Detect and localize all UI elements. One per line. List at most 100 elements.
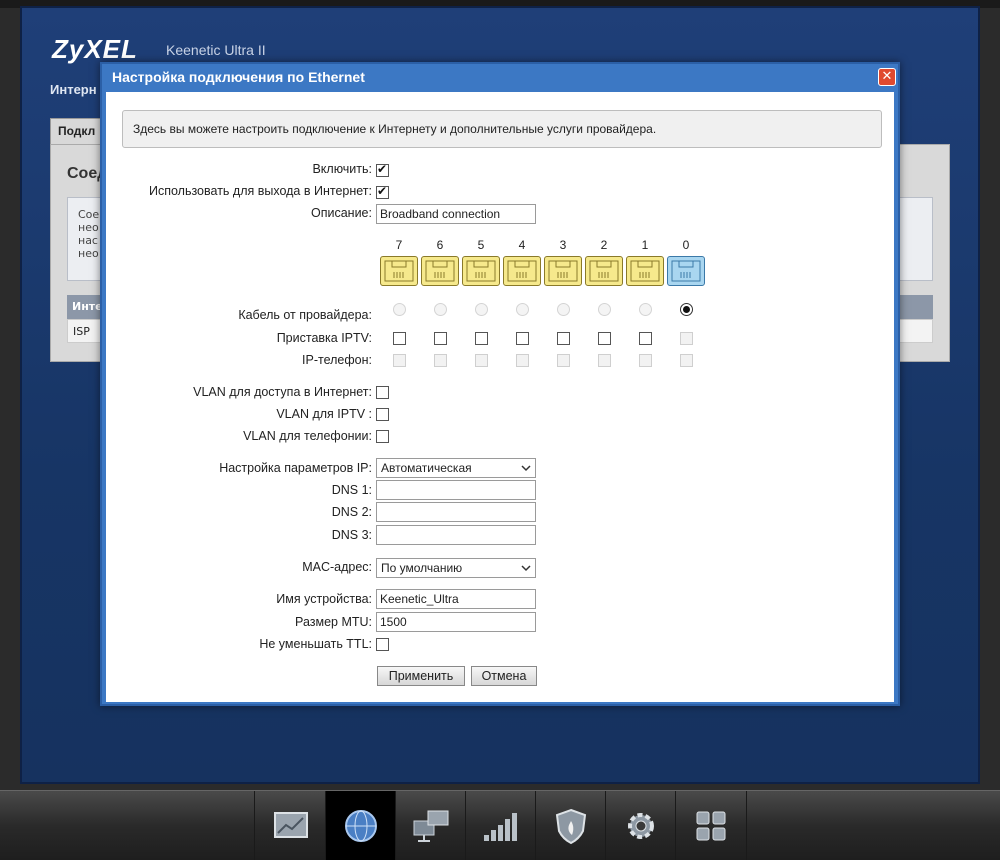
shield-icon bbox=[555, 808, 587, 845]
use-internet-checkbox[interactable] bbox=[376, 184, 389, 199]
cable-radio-port-2[interactable] bbox=[598, 303, 611, 316]
cable-radio-port-3[interactable] bbox=[557, 303, 570, 316]
taskbar-item-internet[interactable] bbox=[326, 791, 396, 860]
dialog-title: Настройка подключения по Ethernet bbox=[112, 69, 365, 85]
cable-label: Кабель от провайдера: bbox=[238, 308, 372, 322]
iptv-label: Приставка IPTV: bbox=[276, 331, 372, 345]
cable-radio-port-6[interactable] bbox=[434, 303, 447, 316]
description-input[interactable]: Broadband connection bbox=[376, 204, 536, 224]
phone-checkbox-port-5 bbox=[475, 354, 488, 367]
dialog-body: Здесь вы можете настроить подключение к … bbox=[106, 92, 894, 702]
taskbar-item-home-network[interactable] bbox=[396, 791, 466, 860]
port-number: 5 bbox=[477, 238, 485, 252]
port-number: 1 bbox=[641, 238, 649, 252]
mac-label: MAC-адрес: bbox=[302, 560, 372, 574]
cable-radio-port-4[interactable] bbox=[516, 303, 529, 316]
iptv-checkbox-port-1[interactable] bbox=[639, 332, 652, 345]
ethernet-port-icon bbox=[380, 256, 418, 286]
vlan-internet-checkbox[interactable] bbox=[376, 386, 389, 399]
apps-grid-icon bbox=[696, 811, 726, 841]
ethernet-port-icon bbox=[544, 256, 582, 286]
phone-checkbox-port-4 bbox=[516, 354, 529, 367]
ttl-checkbox[interactable] bbox=[376, 638, 389, 651]
apply-button[interactable]: Применить bbox=[377, 666, 465, 686]
ethernet-port-icon bbox=[626, 256, 664, 286]
mac-value: По умолчанию bbox=[381, 561, 463, 575]
taskbar-item-monitor[interactable] bbox=[256, 791, 326, 860]
close-button[interactable]: ✕ bbox=[878, 68, 896, 86]
taskbar-item-system[interactable] bbox=[606, 791, 676, 860]
ethernet-settings-dialog: Настройка подключения по Ethernet ✕ Здес… bbox=[100, 62, 900, 706]
info-box: Здесь вы можете настроить подключение к … bbox=[122, 110, 882, 148]
dns2-input[interactable] bbox=[376, 502, 536, 522]
cable-radio-port-0[interactable] bbox=[680, 303, 693, 316]
taskbar-separator bbox=[254, 791, 255, 860]
globe-icon bbox=[345, 810, 377, 842]
taskbar-item-security[interactable] bbox=[536, 791, 606, 860]
taskbar-item-applications[interactable] bbox=[676, 791, 746, 860]
port-number: 7 bbox=[395, 238, 403, 252]
port-number: 0 bbox=[682, 238, 690, 252]
vlan-internet-label: VLAN для доступа в Интернет: bbox=[193, 385, 372, 399]
phone-checkbox-port-2 bbox=[598, 354, 611, 367]
port-number: 3 bbox=[559, 238, 567, 252]
mac-select[interactable]: По умолчанию bbox=[376, 558, 536, 578]
signal-bars-icon bbox=[484, 813, 517, 841]
cancel-button[interactable]: Отмена bbox=[471, 666, 537, 686]
taskbar-separator bbox=[746, 791, 747, 860]
taskbar-item-wifi[interactable] bbox=[466, 791, 536, 860]
ethernet-port-icon bbox=[462, 256, 500, 286]
chart-icon bbox=[274, 812, 308, 838]
network-icon bbox=[413, 810, 449, 842]
chevron-down-icon bbox=[521, 565, 531, 572]
cable-radio-port-7[interactable] bbox=[393, 303, 406, 316]
iptv-checkbox-port-2[interactable] bbox=[598, 332, 611, 345]
port-number: 2 bbox=[600, 238, 608, 252]
ip-settings-select[interactable]: Автоматическая bbox=[376, 458, 536, 478]
vlan-iptv-checkbox[interactable] bbox=[376, 408, 389, 421]
device-name-input[interactable]: Keenetic_Ultra bbox=[376, 589, 536, 609]
phone-checkbox-port-6 bbox=[434, 354, 447, 367]
page-title: Интерн bbox=[50, 82, 97, 97]
phone-checkbox-port-3 bbox=[557, 354, 570, 367]
gear-icon bbox=[628, 813, 654, 839]
phone-checkbox-port-0 bbox=[680, 354, 693, 367]
ethernet-port-icon bbox=[503, 256, 541, 286]
model-name: Keenetic Ultra II bbox=[166, 42, 266, 58]
close-icon: ✕ bbox=[881, 69, 893, 84]
ethernet-port-icon bbox=[585, 256, 623, 286]
chevron-down-icon bbox=[521, 465, 531, 472]
enable-checkbox[interactable] bbox=[376, 162, 389, 177]
dns3-input[interactable] bbox=[376, 525, 536, 545]
iptv-checkbox-port-3[interactable] bbox=[557, 332, 570, 345]
taskbar bbox=[0, 790, 1000, 860]
phone-checkbox-port-7 bbox=[393, 354, 406, 367]
enable-label: Включить: bbox=[312, 162, 372, 176]
phone-checkbox-port-1 bbox=[639, 354, 652, 367]
vlan-phone-checkbox[interactable] bbox=[376, 430, 389, 443]
ttl-label: Не уменьшать TTL: bbox=[259, 637, 372, 651]
cable-radio-port-1[interactable] bbox=[639, 303, 652, 316]
iptv-checkbox-port-4[interactable] bbox=[516, 332, 529, 345]
port-number: 4 bbox=[518, 238, 526, 252]
phone-label: IP-телефон: bbox=[302, 353, 372, 367]
use-internet-label: Использовать для выхода в Интернет: bbox=[148, 184, 372, 198]
ethernet-port-icon bbox=[421, 256, 459, 286]
cable-radio-port-5[interactable] bbox=[475, 303, 488, 316]
ip-settings-value: Автоматическая bbox=[381, 461, 472, 475]
iptv-checkbox-port-0 bbox=[680, 332, 693, 345]
mtu-input[interactable]: 1500 bbox=[376, 612, 536, 632]
vlan-iptv-label: VLAN для IPTV : bbox=[276, 407, 372, 421]
description-label: Описание: bbox=[311, 206, 372, 220]
iptv-checkbox-port-6[interactable] bbox=[434, 332, 447, 345]
dns1-label: DNS 1: bbox=[331, 483, 372, 497]
dns1-input[interactable] bbox=[376, 480, 536, 500]
iptv-checkbox-port-7[interactable] bbox=[393, 332, 406, 345]
device-name-label: Имя устройства: bbox=[276, 592, 372, 606]
dns3-label: DNS 3: bbox=[331, 528, 372, 542]
ip-settings-label: Настройка параметров IP: bbox=[219, 461, 372, 475]
port-number: 6 bbox=[436, 238, 444, 252]
mtu-label: Размер MTU: bbox=[295, 615, 372, 629]
iptv-checkbox-port-5[interactable] bbox=[475, 332, 488, 345]
ethernet-port-active-icon bbox=[667, 256, 705, 286]
